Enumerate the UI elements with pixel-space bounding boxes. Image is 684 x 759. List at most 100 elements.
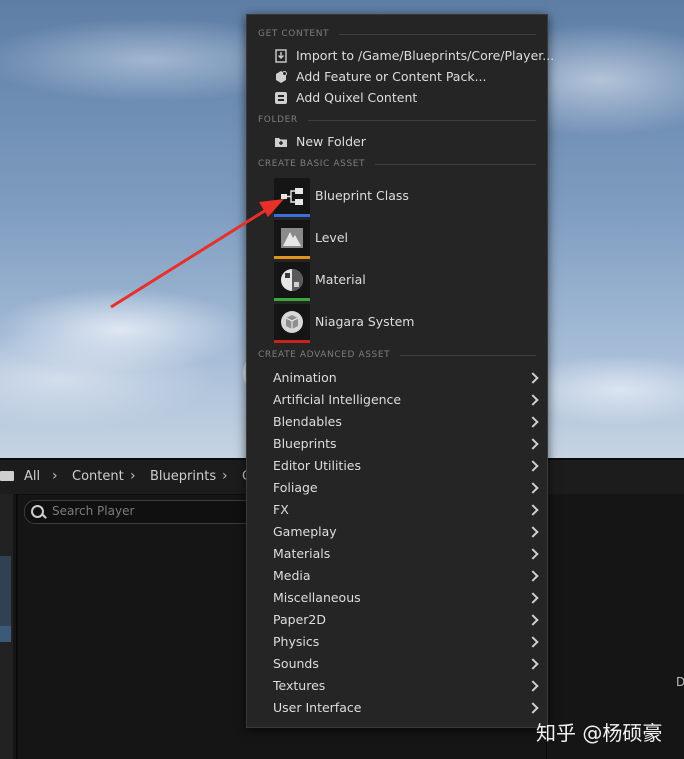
submenu-label: User Interface [273, 700, 362, 715]
chevron-right-icon [527, 592, 539, 604]
level-icon [281, 228, 303, 248]
chevron-right-icon [527, 570, 539, 582]
submenu-label: Animation [273, 370, 337, 385]
chevron-right-icon: › [130, 468, 136, 484]
submenu-item-blendables[interactable]: Blendables [247, 411, 547, 433]
blueprint-accent-bar [274, 214, 310, 217]
sources-strip [0, 556, 11, 626]
panel-splitter[interactable] [16, 494, 18, 759]
level-accent-bar [274, 256, 310, 259]
chevron-right-icon [527, 702, 539, 714]
asset-label: Blueprint Class [315, 188, 409, 203]
search-icon-handle [41, 513, 47, 519]
submenu-item-editor-utilities[interactable]: Editor Utilities [247, 455, 547, 477]
material-accent-bar [274, 298, 310, 301]
menu-item-level[interactable]: Level [247, 220, 547, 260]
chevron-right-icon: › [52, 468, 58, 484]
submenu-item-gameplay[interactable]: Gameplay [247, 521, 547, 543]
chevron-right-icon [527, 438, 539, 450]
material-thumb [274, 262, 310, 301]
submenu-label: Sounds [273, 656, 319, 671]
submenu-item-foliage[interactable]: Foliage [247, 477, 547, 499]
folder-icon [0, 471, 14, 481]
chevron-right-icon [527, 526, 539, 538]
menu-item-label: Add Feature or Content Pack... [296, 69, 487, 84]
chevron-right-icon [527, 460, 539, 472]
add-asset-context-menu: GET CONTENT Import to /Game/Blueprints/C… [246, 14, 554, 728]
import-icon [274, 49, 288, 63]
menu-item-niagara-system[interactable]: Niagara System [247, 304, 547, 344]
asset-label: Material [315, 272, 366, 287]
chevron-right-icon [527, 394, 539, 406]
submenu-label: Artificial Intelligence [273, 392, 402, 407]
submenu-item-textures[interactable]: Textures [247, 675, 547, 697]
level-thumb [274, 220, 310, 259]
chevron-right-icon [527, 548, 539, 560]
submenu-item-media[interactable]: Media [247, 565, 547, 587]
asset-label: Niagara System [315, 314, 415, 329]
submenu-label: Blueprints [273, 436, 337, 451]
section-get-content: GET CONTENT [258, 29, 536, 39]
submenu-label: FX [273, 502, 289, 517]
submenu-item-artificial-intelligence[interactable]: Artificial Intelligence [247, 389, 547, 411]
truncated-label: D [676, 675, 684, 689]
menu-item-add-feature[interactable]: Add Feature or Content Pack... [247, 67, 547, 88]
submenu-item-fx[interactable]: FX [247, 499, 547, 521]
section-create-basic: CREATE BASIC ASSET [258, 159, 536, 169]
section-folder: FOLDER [258, 115, 536, 125]
submenu-label: Paper2D [273, 612, 326, 627]
submenu-item-physics[interactable]: Physics [247, 631, 547, 653]
submenu-label: Media [273, 568, 311, 583]
submenu-label: Foliage [273, 480, 318, 495]
chevron-right-icon: › [222, 468, 228, 484]
search-input[interactable] [52, 503, 242, 519]
quixel-icon [274, 91, 288, 105]
chevron-right-icon [527, 636, 539, 648]
menu-item-material[interactable]: Material [247, 262, 547, 302]
submenu-item-animation[interactable]: Animation [247, 367, 547, 389]
menu-item-add-quixel[interactable]: Add Quixel Content [247, 88, 547, 109]
submenu-label: Materials [273, 546, 331, 561]
chevron-right-icon [527, 504, 539, 516]
chevron-right-icon [527, 482, 539, 494]
niagara-thumb [274, 304, 310, 343]
menu-item-import[interactable]: Import to /Game/Blueprints/Core/Player..… [247, 46, 554, 67]
blueprint-class-thumb [274, 178, 310, 217]
search-box [24, 500, 256, 524]
menu-item-new-folder[interactable]: New Folder [247, 132, 547, 153]
submenu-label: Textures [273, 678, 326, 693]
watermark: 知乎 @杨硕豪 [536, 721, 663, 745]
submenu-item-sounds[interactable]: Sounds [247, 653, 547, 675]
submenu-label: Editor Utilities [273, 458, 362, 473]
chevron-right-icon [527, 372, 539, 384]
chevron-right-icon [527, 680, 539, 692]
selected-source[interactable] [0, 626, 11, 642]
section-create-advanced: CREATE ADVANCED ASSET [258, 350, 536, 360]
niagara-accent-bar [274, 340, 310, 343]
submenu-item-user-interface[interactable]: User Interface [247, 697, 547, 719]
submenu-label: Blendables [273, 414, 342, 429]
submenu-label: Gameplay [273, 524, 337, 539]
chevron-right-icon [527, 416, 539, 428]
submenu-item-blueprints[interactable]: Blueprints [247, 433, 547, 455]
sources-panel [0, 494, 13, 759]
material-icon [281, 269, 303, 291]
menu-item-label: Import to /Game/Blueprints/Core/Player..… [296, 48, 555, 63]
asset-label: Level [315, 230, 348, 245]
submenu-item-paper2d[interactable]: Paper2D [247, 609, 547, 631]
blueprint-class-icon [281, 188, 303, 205]
submenu-label: Miscellaneous [273, 590, 361, 605]
breadcrumb-blueprints[interactable]: Blueprints [150, 469, 216, 484]
submenu-label: Physics [273, 634, 320, 649]
feature-pack-icon [274, 70, 288, 84]
submenu-item-miscellaneous[interactable]: Miscellaneous [247, 587, 547, 609]
chevron-right-icon [527, 658, 539, 670]
submenu-item-materials[interactable]: Materials [247, 543, 547, 565]
chevron-right-icon [527, 614, 539, 626]
menu-item-label: New Folder [296, 134, 366, 149]
breadcrumb-content[interactable]: Content [72, 469, 124, 484]
menu-item-blueprint-class[interactable]: Blueprint Class [247, 178, 547, 218]
niagara-system-icon [281, 311, 303, 333]
breadcrumb-all[interactable]: All [24, 469, 40, 484]
new-folder-icon [274, 135, 288, 149]
